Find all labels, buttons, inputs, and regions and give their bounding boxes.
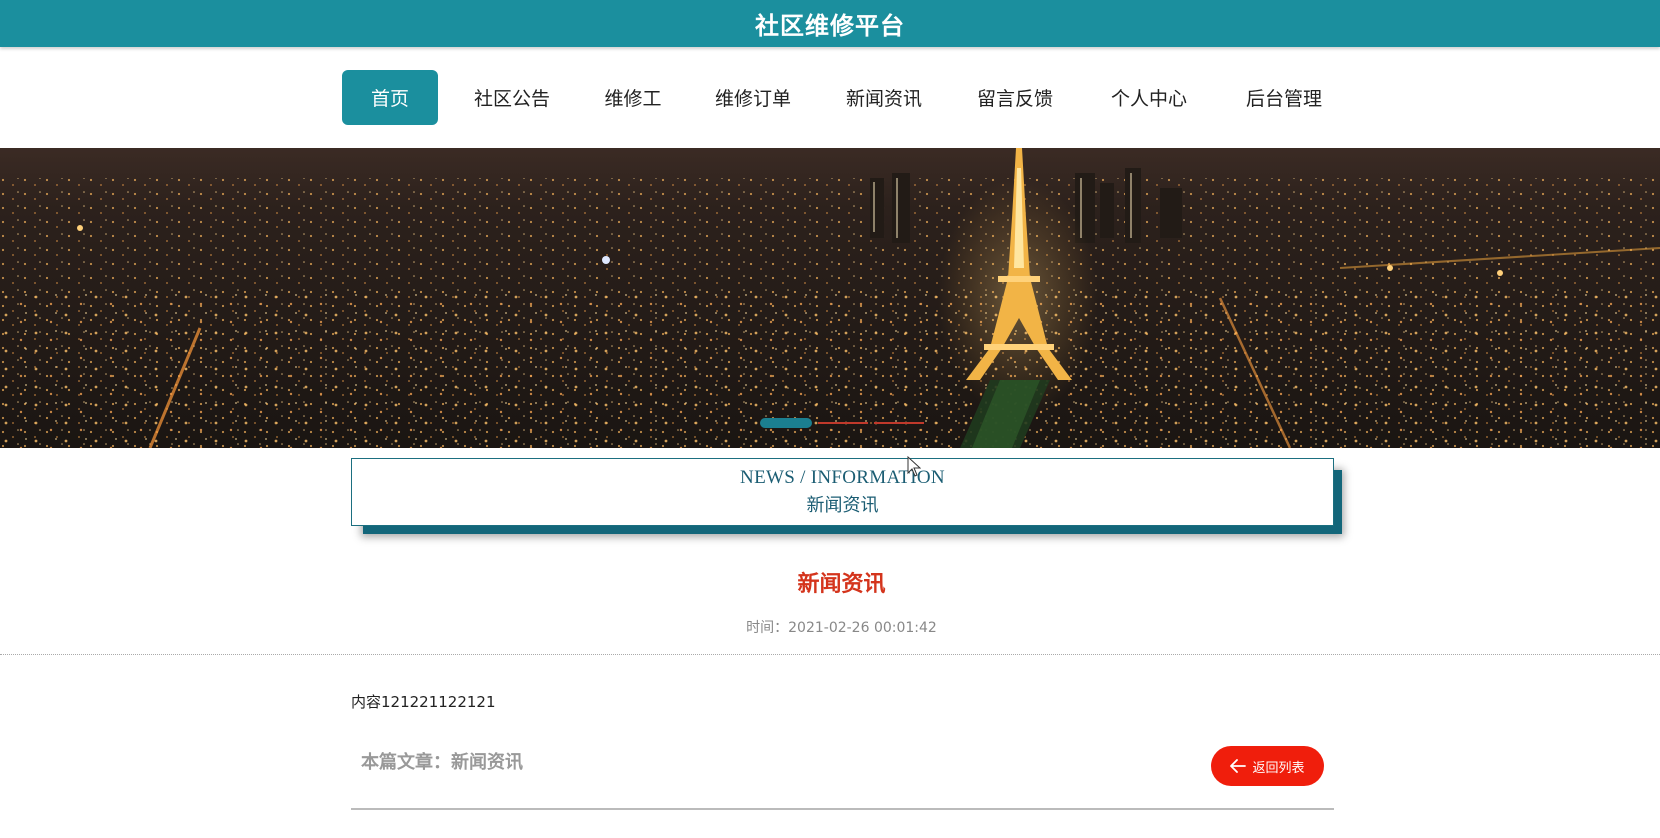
section-header: NEWS / INFORMATION 新闻资讯 [351,458,1334,526]
nav-item-home[interactable]: 首页 [342,70,438,125]
nav-item-announcements[interactable]: 社区公告 [438,70,586,125]
nav-item-admin[interactable]: 后台管理 [1210,70,1358,125]
carousel-dot-active[interactable] [760,418,812,428]
nav-item-feedback[interactable]: 留言反馈 [942,70,1088,125]
article-source: 本篇文章：新闻资讯 [361,752,523,773]
article-time: 时间：2021-02-26 00:01:42 [746,620,937,636]
carousel-dot[interactable] [874,422,924,424]
back-to-list-label: 返回列表 [1252,760,1305,776]
arrow-left-icon [1230,759,1247,773]
carousel-indicators [760,417,924,429]
top-header-bar: 社区维修平台 [0,0,1660,47]
banner-carousel[interactable] [0,148,1660,448]
divider [0,654,1660,655]
bottom-divider [351,808,1334,810]
nav-item-repairmen[interactable]: 维修工 [586,70,680,125]
back-to-list-button[interactable]: 返回列表 [1211,746,1324,786]
nav-item-personal-center[interactable]: 个人中心 [1088,70,1210,125]
nav-item-repair-orders[interactable]: 维修订单 [680,70,826,125]
site-title: 社区维修平台 [755,12,905,40]
main-nav: 首页 社区公告 维修工 维修订单 新闻资讯 留言反馈 个人中心 后台管理 [342,70,1358,125]
carousel-dot[interactable] [818,422,868,424]
mouse-cursor-icon [907,456,921,477]
article-content: 内容121221122121 [351,693,496,711]
nav-item-news[interactable]: 新闻资讯 [826,70,942,125]
section-title-cn: 新闻资讯 [806,495,879,516]
city-night-image [0,148,1660,448]
article-title: 新闻资讯 [797,572,886,597]
